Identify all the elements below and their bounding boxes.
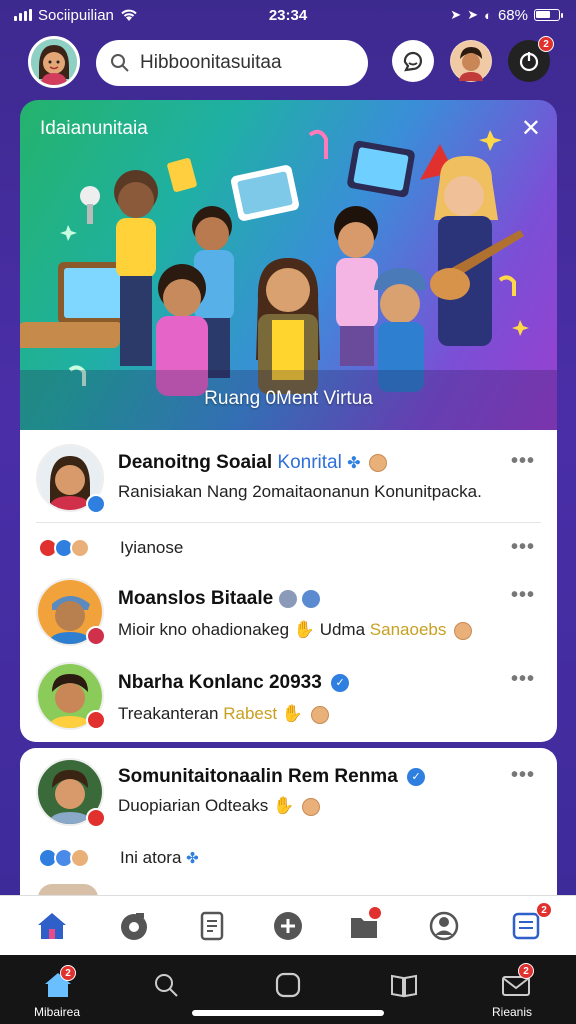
reaction-icons: [38, 538, 90, 558]
friend-avatar-icon: [451, 41, 491, 81]
badge-icon: [86, 626, 106, 646]
search-placeholder: Hibboonitasuitaa: [140, 52, 282, 73]
signal-icon: [14, 9, 32, 21]
more-options-icon[interactable]: •••: [511, 668, 535, 691]
notification-badge: 2: [538, 36, 554, 52]
status-bar: Sociipuilian 23:34 ➤ ➤ ◐ 68%: [0, 0, 576, 30]
list-item[interactable]: Somunitaitonaalin Rem Renma ✓ Duopiarian…: [20, 758, 557, 838]
search-icon: [111, 54, 129, 72]
verified-icon: ✓: [331, 673, 350, 692]
avatar-face-icon: [31, 39, 77, 85]
item-subtitle: Mioir kno ohadionakeg ✋ Udma Sanaoebs: [118, 620, 473, 640]
list-item[interactable]: Deanoitng Soaial Konrital ✤ Ranisiakan N…: [20, 444, 557, 532]
emoji-icon: [310, 705, 329, 724]
location-icon: ➤: [450, 7, 462, 22]
close-icon[interactable]: ✕: [521, 114, 541, 143]
item-title: Deanoitng Soaial Konrital ✤: [118, 452, 387, 474]
item-subtitle: Duopiarian Odteaks ✋: [118, 796, 320, 816]
square-icon[interactable]: [268, 967, 308, 1003]
more-options-icon[interactable]: •••: [511, 450, 535, 473]
banner-illustration: [20, 129, 557, 430]
bottom-nav: 2: [0, 895, 576, 955]
emoji-icon: [454, 621, 473, 640]
status-time: 23:34: [268, 6, 308, 24]
reaction-icons: [38, 848, 90, 868]
add-icon[interactable]: [268, 906, 308, 946]
book-icon[interactable]: [384, 967, 424, 1003]
home-indicator[interactable]: [192, 1010, 384, 1016]
list-item[interactable]: Moanslos Bitaale Mioir kno ohadionakeg ✋…: [20, 578, 557, 658]
notes-badge: 2: [536, 902, 552, 918]
hand-icon: ✋: [281, 704, 303, 723]
home-icon[interactable]: [32, 906, 72, 946]
feed-card: Deanoitng Soaial Konrital ✤ Ranisiakan N…: [20, 430, 557, 742]
dock-left-label: Mibairea: [34, 1005, 81, 1019]
battery-icon: [534, 9, 563, 21]
profile-avatar[interactable]: [28, 36, 80, 88]
friend-avatar-button[interactable]: [450, 40, 492, 82]
home-icon[interactable]: 2: [38, 965, 78, 1003]
notifications-button[interactable]: 2: [508, 36, 554, 82]
item-title: Somunitaitonaalin Rem Renma ✓: [118, 766, 426, 788]
folder-badge: [368, 906, 382, 920]
puzzle-icon: ✤: [186, 850, 199, 867]
focus-icon: ◐: [484, 7, 492, 23]
chat-icon: [403, 51, 422, 72]
list-item[interactable]: Nbarha Konlanc 20933 ✓ Treakanteran Rabe…: [20, 662, 557, 738]
hand-icon: ✋: [293, 620, 315, 639]
wifi-icon: [121, 9, 137, 21]
top-bar: Hibboonitasuitaa 2: [0, 36, 576, 92]
navigation-icon: ➤: [467, 7, 479, 22]
folder-icon[interactable]: [344, 906, 384, 946]
verified-badge-icon: [86, 494, 106, 514]
item-subtitle: Treakanteran Rabest ✋: [118, 704, 329, 724]
verified-icon: ✓: [407, 767, 426, 786]
face-reaction-icon: [70, 848, 90, 868]
document-icon[interactable]: [192, 906, 232, 946]
map-icon: [301, 589, 320, 608]
more-options-icon[interactable]: •••: [511, 764, 535, 787]
dock-home-badge: 2: [60, 965, 76, 981]
feed-card: Somunitaitonaalin Rem Renma ✓ Duopiarian…: [20, 748, 557, 898]
dock-mail-badge: 2: [518, 963, 534, 979]
community-banner[interactable]: Idaianunitaia ✕ Ruang 0Ment Virtua: [20, 100, 557, 430]
more-options-icon[interactable]: •••: [511, 584, 535, 607]
puzzle-icon: ✤: [347, 455, 361, 472]
item-title: Moanslos Bitaale: [118, 588, 320, 610]
banner-caption: Ruang 0Ment Virtua: [204, 388, 373, 409]
item-subtitle: Ranisiakan Nang 2omaitaonanun Konunitpac…: [118, 482, 482, 501]
status-left: Sociipuilian: [14, 7, 138, 24]
edit-icon: [278, 589, 297, 608]
mail-icon[interactable]: 2: [496, 963, 536, 1003]
reaction-text: Iyianose: [120, 538, 184, 557]
bell-power-icon: [519, 52, 539, 72]
carrier-name: Sociipuilian: [38, 6, 114, 24]
search-icon[interactable]: [146, 967, 186, 1003]
profile-icon[interactable]: [424, 906, 464, 946]
reaction-row[interactable]: Iyianose •••: [20, 534, 557, 566]
camera-icon[interactable]: [114, 906, 154, 946]
notes-icon[interactable]: 2: [506, 902, 552, 946]
more-options-icon[interactable]: •••: [511, 536, 535, 559]
status-right: ➤ ➤ ◐ 68%: [450, 6, 563, 24]
search-input[interactable]: Hibboonitasuitaa: [96, 40, 368, 86]
face-reaction-icon: [70, 538, 90, 558]
item-title: Nbarha Konlanc 20933 ✓: [118, 672, 350, 694]
badge-icon: [86, 808, 106, 828]
emoji-icon: [301, 797, 320, 816]
battery-percent: 68%: [497, 6, 528, 24]
dock-right-label: Rieanis: [492, 1005, 533, 1019]
badge-icon: [86, 710, 106, 730]
emoji-icon: [368, 453, 387, 472]
reaction-row[interactable]: Ini atora ✤: [20, 844, 557, 874]
banner-title: Idaianunitaia: [40, 118, 148, 139]
reaction-text: Ini atora ✤: [120, 848, 199, 867]
divider: [36, 522, 541, 523]
chat-button[interactable]: [392, 40, 434, 82]
hand-icon: ✋: [273, 796, 295, 815]
